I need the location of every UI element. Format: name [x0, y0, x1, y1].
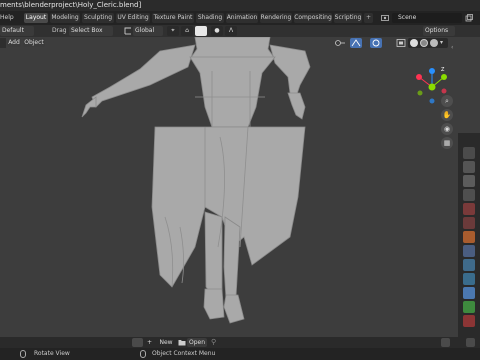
tool-settings-header: Default Drag Select Box Global ⌖ ⌂ ● Λ O… [0, 25, 480, 37]
shading-options-icon[interactable]: ▾ [440, 39, 447, 47]
object-tab-icon[interactable] [463, 231, 475, 243]
data-tab-icon[interactable] [463, 301, 475, 313]
pivot-point-icon[interactable]: ⌖ [167, 26, 179, 36]
xray-icon[interactable] [395, 38, 407, 48]
tab-compositing[interactable]: Compositing [294, 13, 332, 23]
footer-icon-b[interactable] [466, 338, 475, 347]
title-bar: ments\blenderproject\Holy_Cleric.blend] [0, 0, 480, 11]
pin-icon[interactable]: ⚲ [211, 338, 220, 347]
gizmo-toggle-icon[interactable] [350, 38, 362, 48]
mode-value: Default [2, 27, 24, 34]
snap-target-icon[interactable] [195, 26, 207, 36]
scene-tab-icon[interactable] [463, 203, 475, 215]
object-menu[interactable]: Object [23, 38, 45, 47]
scene-icon [381, 14, 389, 22]
pan-hand-icon[interactable]: ✋ [441, 109, 453, 121]
footer-icon-a[interactable] [441, 338, 450, 347]
gizmo-z-label: Z [441, 67, 445, 73]
3d-viewport[interactable]: Add Object ▾ Z ⌕ ✋ ◉ ▦ ‹ [0, 37, 458, 337]
wireframe-shading-icon[interactable] [420, 39, 428, 47]
add-menu[interactable]: Add [7, 38, 21, 47]
scene-name: Scene [398, 14, 417, 21]
perspective-toggle-icon[interactable]: ▦ [441, 137, 453, 149]
tab-scripting[interactable]: Scripting [334, 13, 362, 23]
snap-icon[interactable]: ⌂ [181, 26, 193, 36]
copy-scene-icon[interactable] [465, 14, 473, 22]
output-tab-icon[interactable] [463, 175, 475, 187]
options-label: Options [425, 27, 449, 34]
falloff-icon[interactable]: Λ [225, 26, 237, 36]
select-mode-value: Select Box [71, 27, 103, 34]
tab-uv-editing[interactable]: UV Editing [116, 13, 150, 23]
tool-tab-icon[interactable] [463, 147, 475, 159]
scene-name-field[interactable]: Scene [392, 13, 462, 23]
sidebar-toggle-icon[interactable]: ‹ [451, 44, 453, 51]
orientation-dropdown[interactable]: Global [133, 26, 163, 36]
orientation-value: Global [135, 27, 155, 34]
proportional-editing-icon[interactable]: ● [211, 26, 223, 36]
view-layer-tab-icon[interactable] [463, 189, 475, 201]
visibility-icon[interactable] [334, 38, 346, 48]
folder-icon [178, 339, 186, 346]
character-model [81, 37, 311, 324]
zoom-icon[interactable]: ⌕ [441, 95, 453, 107]
select-mode-dropdown[interactable]: Select Box [69, 26, 113, 36]
orientation-icon [124, 27, 132, 35]
tab-texture-paint[interactable]: Texture Paint [152, 13, 194, 23]
tab-modeling[interactable]: Modeling [50, 13, 80, 23]
tab-animation[interactable]: Animation [226, 13, 258, 23]
modifier-tab-icon[interactable] [463, 245, 475, 257]
material-shading-icon[interactable] [430, 39, 438, 47]
window-title: ments\blenderproject\Holy_Cleric.blend] [0, 1, 142, 9]
status-left-hint: Rotate View [34, 350, 70, 357]
options-dropdown[interactable]: Options [423, 26, 455, 36]
properties-tabs [458, 133, 480, 337]
tab-shading[interactable]: Shading [196, 13, 224, 23]
camera-view-icon[interactable]: ◉ [441, 123, 453, 135]
top-menu-bar: Help Layout Modeling Sculpting UV Editin… [0, 11, 480, 25]
new-button[interactable]: New [156, 338, 176, 347]
shading-modes: ▾ [408, 38, 448, 48]
help-menu[interactable]: Help [0, 11, 14, 25]
status-bar: Rotate View Object Context Menu [0, 348, 480, 360]
editor-type-icon[interactable] [132, 338, 143, 347]
world-tab-icon[interactable] [463, 217, 475, 229]
physics-tab-icon[interactable] [463, 273, 475, 285]
status-right-hint: Object Context Menu [152, 350, 216, 357]
footer-bar: + New Open ⚲ [0, 337, 480, 348]
mouse-middle-icon [20, 350, 26, 358]
tab-layout[interactable]: Layout [24, 13, 48, 23]
particles-tab-icon[interactable] [463, 259, 475, 271]
add-workspace-button[interactable]: + [364, 13, 373, 23]
mouse-right-icon [140, 350, 146, 358]
drag-label: Drag [52, 27, 67, 34]
solid-shading-icon[interactable] [410, 39, 418, 47]
open-button[interactable]: Open [187, 338, 207, 347]
render-tab-icon[interactable] [463, 161, 475, 173]
material-tab-icon[interactable] [463, 315, 475, 327]
overlay-toggle-icon[interactable] [370, 38, 382, 48]
view-menu-stub[interactable] [0, 38, 6, 48]
tab-sculpting[interactable]: Sculpting [82, 13, 114, 23]
transform-pivot-dropdown[interactable]: Default [0, 26, 34, 36]
new-plus-icon: + [147, 339, 153, 346]
tab-rendering[interactable]: Rendering [260, 13, 292, 23]
constraints-tab-icon[interactable] [463, 287, 475, 299]
